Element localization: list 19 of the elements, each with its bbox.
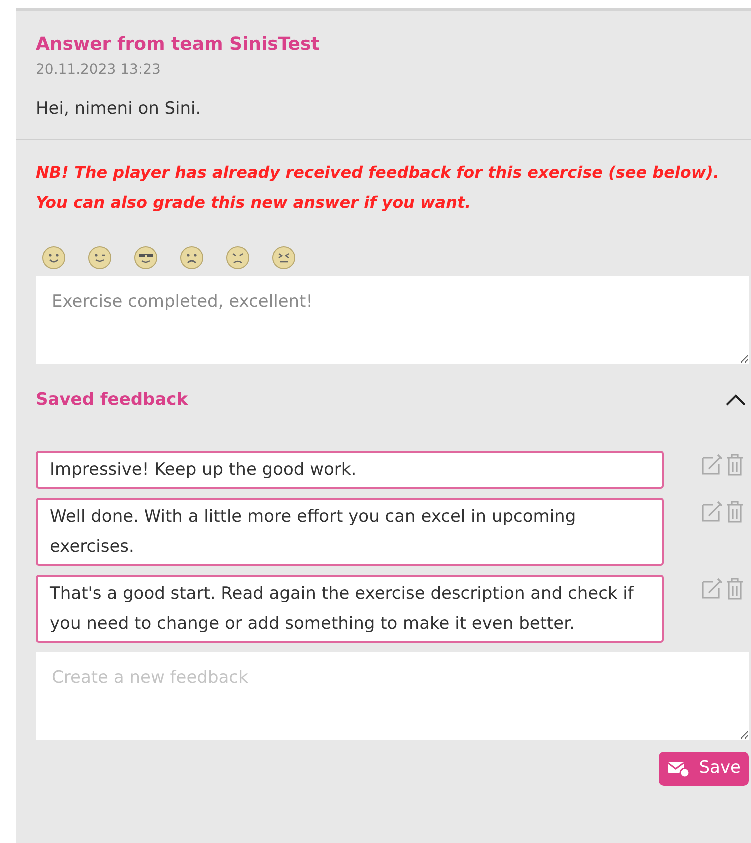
tired-face-icon[interactable]: [272, 246, 296, 270]
answer-title: Answer from team SinisTest: [36, 33, 320, 57]
winking-face-icon[interactable]: [88, 246, 112, 270]
feedback-item[interactable]: Well done. With a little more effort you can excel in upcoming exercises.: [36, 498, 664, 566]
answer-message: Hei, nimeni on Sini.: [36, 98, 202, 121]
crying-face-icon[interactable]: [180, 246, 204, 270]
message-icon: [667, 760, 692, 778]
sunglasses-face-icon[interactable]: [134, 246, 158, 270]
chevron-up-icon[interactable]: [725, 393, 747, 408]
feedback-item[interactable]: That's a good start. Read again the exercise description and check if you need to change or add something to make it even better.: [36, 575, 664, 643]
saved-feedback-title: Saved feedback: [36, 388, 188, 412]
save-button[interactable]: Save: [659, 752, 749, 786]
smiling-face-icon[interactable]: [42, 246, 66, 270]
new-feedback-field[interactable]: Create a new feedback: [36, 652, 749, 740]
feedback-item[interactable]: Impressive! Keep up the good work.: [36, 451, 664, 489]
notice-text: NB! The player has already received feedback for this exercise (see below). You can also grade this new answer if you want.: [36, 162, 721, 214]
angry-face-icon[interactable]: [226, 246, 250, 270]
answer-date: 20.11.2023 13:23: [36, 61, 161, 80]
feedback-field[interactable]: Exercise completed, excellent!: [36, 276, 749, 364]
